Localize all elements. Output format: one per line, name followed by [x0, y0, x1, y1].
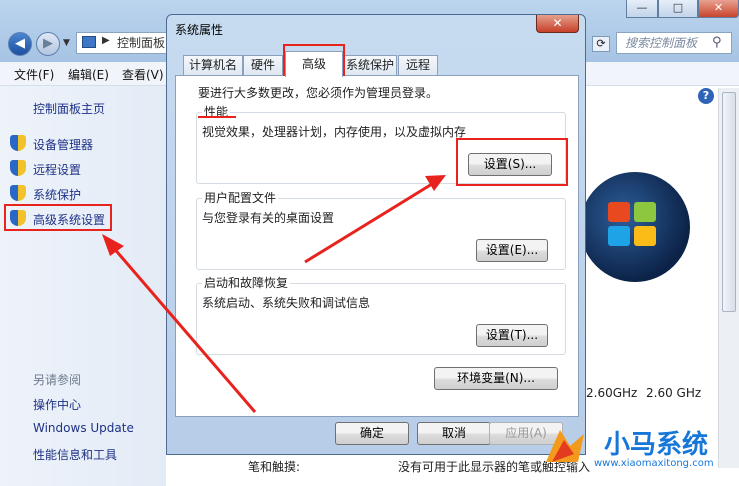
arrow-head — [425, 175, 446, 191]
tab-advanced[interactable]: 高级 — [285, 51, 343, 77]
watermark-url: www.xiaomaxitong.com — [594, 458, 714, 469]
watermark-text: 小马系统 — [604, 430, 709, 460]
watermark-logo — [540, 424, 592, 468]
arrow-head — [102, 234, 124, 256]
arrow-line — [304, 182, 433, 264]
arrow-line — [110, 245, 257, 413]
annotation-arrows — [102, 175, 446, 413]
